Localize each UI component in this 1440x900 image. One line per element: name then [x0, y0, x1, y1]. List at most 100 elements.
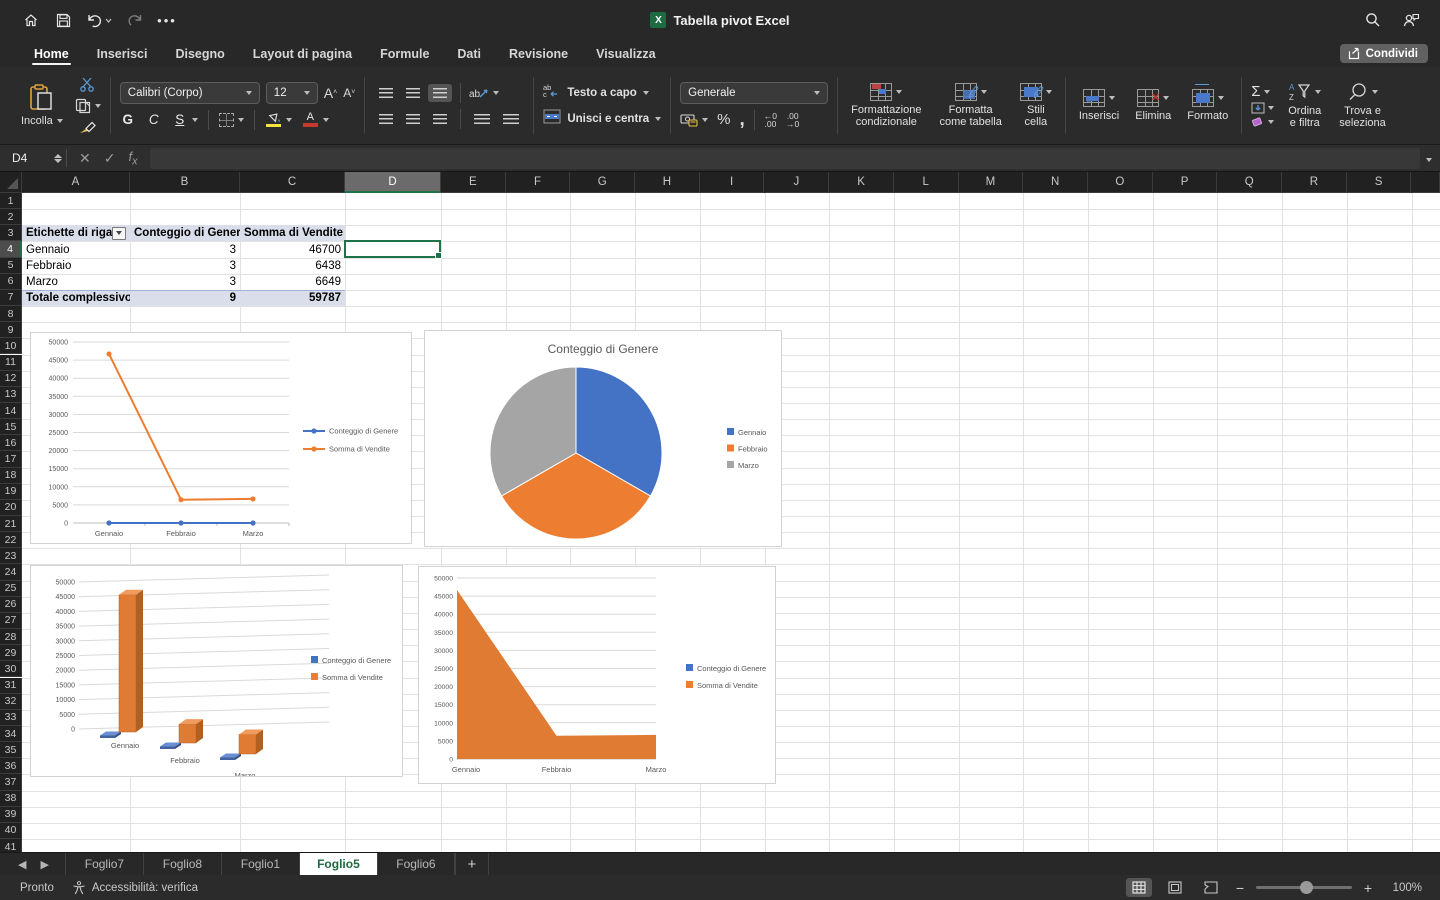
column-header-E[interactable]: E	[441, 172, 506, 193]
tab-formule[interactable]: Formule	[366, 40, 443, 67]
row-header-24[interactable]: 24	[0, 564, 22, 580]
underline-button[interactable]: S	[172, 112, 188, 127]
pivot-total-count[interactable]: 9	[130, 290, 240, 306]
pivot-total-label[interactable]: Totale complessivo	[22, 290, 130, 306]
row-header-19[interactable]: 19	[0, 484, 22, 500]
pivot-row-label[interactable]: Gennaio	[22, 241, 130, 257]
zoom-slider-knob[interactable]	[1300, 881, 1313, 894]
decrease-font-icon[interactable]: A˅	[343, 86, 355, 100]
column-header-S[interactable]: S	[1347, 172, 1412, 193]
row-header-41[interactable]: 41	[0, 839, 22, 852]
copy-icon[interactable]	[75, 98, 91, 114]
row-header-27[interactable]: 27	[0, 613, 22, 629]
row-header-20[interactable]: 20	[0, 500, 22, 516]
save-icon[interactable]	[54, 11, 72, 29]
tab-dati[interactable]: Dati	[443, 40, 495, 67]
column-header-Q[interactable]: Q	[1217, 172, 1282, 193]
row-header-18[interactable]: 18	[0, 468, 22, 484]
tab-revisione[interactable]: Revisione	[495, 40, 582, 67]
pivot-header-sum[interactable]: Somma di Vendite	[240, 225, 345, 241]
pivot-count-value[interactable]: 3	[130, 274, 240, 290]
row-header-9[interactable]: 9	[0, 322, 22, 338]
area-chart[interactable]: 0500010000150002000025000300003500040000…	[418, 566, 776, 784]
pie-chart[interactable]: Conteggio di GenereGennaioFebbraioMarzo	[424, 330, 782, 547]
align-bottom-icon[interactable]	[428, 84, 452, 102]
merge-center-button[interactable]: Unisci e centra	[543, 109, 661, 129]
column-header-O[interactable]: O	[1088, 172, 1153, 193]
conditional-formatting-button[interactable]: Formattazionecondizionale	[847, 81, 925, 130]
decrease-indent-icon[interactable]	[469, 110, 495, 128]
number-format-select[interactable]: Generale	[680, 82, 828, 104]
enter-icon[interactable]: ✓	[104, 150, 116, 167]
select-all-corner[interactable]	[0, 172, 22, 193]
column-header-K[interactable]: K	[829, 172, 894, 193]
borders-icon[interactable]	[219, 113, 234, 127]
row-header-32[interactable]: 32	[0, 694, 22, 710]
row-header-29[interactable]: 29	[0, 645, 22, 661]
row-header-34[interactable]: 34	[0, 726, 22, 742]
row-header-12[interactable]: 12	[0, 371, 22, 387]
row-header-28[interactable]: 28	[0, 629, 22, 645]
row-header-7[interactable]: 7	[0, 290, 22, 306]
row-header-14[interactable]: 14	[0, 403, 22, 419]
row-header-10[interactable]: 10	[0, 338, 22, 354]
row-header-31[interactable]: 31	[0, 678, 22, 694]
align-top-icon[interactable]	[374, 84, 398, 102]
fx-icon[interactable]: fx	[128, 149, 137, 168]
selected-cell-D4[interactable]	[344, 240, 441, 257]
sheet-tab-foglio1[interactable]: Foglio1	[221, 853, 299, 875]
row-header-13[interactable]: 13	[0, 387, 22, 403]
orientation-icon[interactable]: ab	[469, 86, 499, 100]
column-header-partial[interactable]	[1412, 172, 1440, 193]
pivot-row-label[interactable]: Marzo	[22, 274, 130, 290]
zoom-slider[interactable]	[1256, 886, 1352, 889]
column-header-I[interactable]: I	[700, 172, 765, 193]
column-header-M[interactable]: M	[959, 172, 1024, 193]
row-header-4[interactable]: 4	[0, 241, 22, 257]
pivot-sum-value[interactable]: 46700	[240, 241, 345, 257]
name-box-spinner[interactable]	[54, 154, 62, 163]
align-center-icon[interactable]	[401, 110, 425, 128]
sort-filter-button[interactable]: AZ Ordinae filtra	[1284, 80, 1325, 131]
row-header-26[interactable]: 26	[0, 597, 22, 613]
sheet-tab-foglio5[interactable]: Foglio5	[299, 853, 377, 875]
row-header-22[interactable]: 22	[0, 532, 22, 548]
cancel-icon[interactable]: ✕	[79, 150, 91, 167]
row-header-17[interactable]: 17	[0, 451, 22, 467]
formula-input[interactable]	[150, 148, 1420, 169]
format-painter-icon[interactable]	[75, 120, 101, 134]
column-header-P[interactable]: P	[1153, 172, 1218, 193]
tab-inserisci[interactable]: Inserisci	[83, 40, 162, 67]
delete-cells-button[interactable]: Elimina	[1131, 87, 1175, 124]
sheet-tab-foglio6[interactable]: Foglio6	[377, 853, 455, 875]
align-right-icon[interactable]	[428, 110, 452, 128]
row-header-40[interactable]: 40	[0, 823, 22, 839]
zoom-in-button[interactable]: +	[1362, 880, 1374, 896]
increase-font-icon[interactable]: A˄	[324, 85, 337, 101]
cut-icon[interactable]	[75, 77, 101, 92]
column-header-N[interactable]: N	[1023, 172, 1088, 193]
column-header-L[interactable]: L	[894, 172, 959, 193]
column-header-B[interactable]: B	[130, 172, 240, 193]
format-as-table-button[interactable]: 🖉 Formattacome tabella	[935, 81, 1005, 130]
font-name-select[interactable]: Calibri (Corpo)	[120, 82, 260, 104]
comma-style-icon[interactable]: ,	[740, 115, 745, 125]
bold-button[interactable]: G	[120, 112, 136, 127]
pivot-count-value[interactable]: 3	[130, 241, 240, 257]
line-chart[interactable]: 0500010000150002000025000300003500040000…	[30, 332, 412, 544]
row-header-36[interactable]: 36	[0, 758, 22, 774]
column-header-F[interactable]: F	[506, 172, 571, 193]
increase-indent-icon[interactable]	[498, 110, 524, 128]
row-header-38[interactable]: 38	[0, 791, 22, 807]
column-header-J[interactable]: J	[765, 172, 830, 193]
row-header-39[interactable]: 39	[0, 807, 22, 823]
tab-disegno[interactable]: Disegno	[161, 40, 238, 67]
column-header-C[interactable]: C	[240, 172, 345, 193]
row-header-2[interactable]: 2	[0, 209, 22, 225]
accessibility-status[interactable]: Accessibilità: verifica	[72, 881, 198, 895]
font-size-select[interactable]: 12	[266, 82, 318, 104]
pivot-count-value[interactable]: 3	[130, 258, 240, 274]
zoom-out-button[interactable]: −	[1234, 880, 1246, 896]
page-layout-view-icon[interactable]	[1162, 878, 1188, 897]
normal-view-icon[interactable]	[1126, 878, 1152, 897]
